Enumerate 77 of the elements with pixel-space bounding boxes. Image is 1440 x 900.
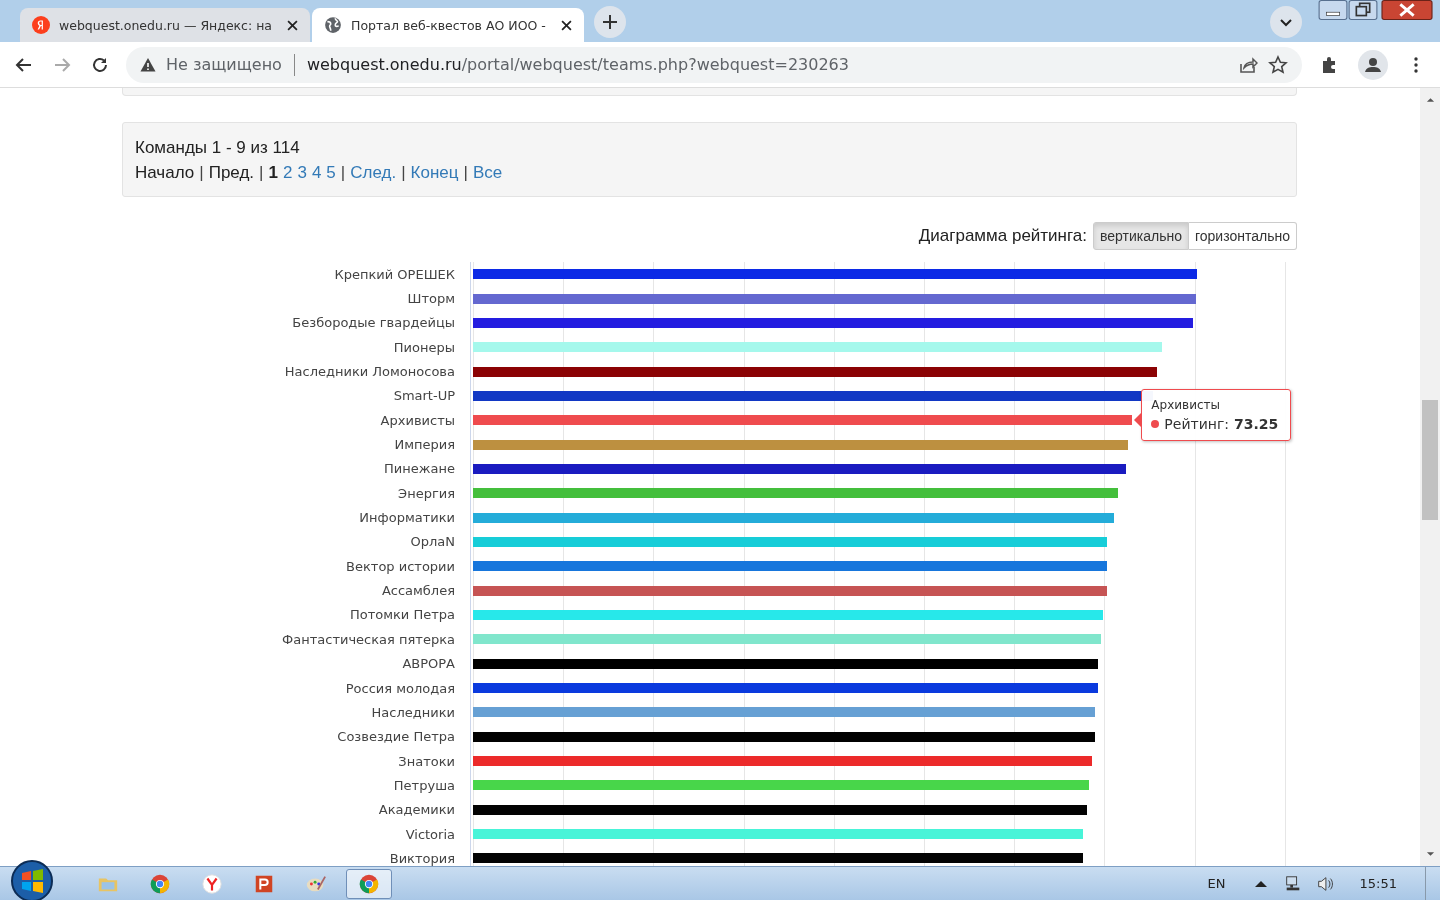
chevron-down-icon[interactable] (1270, 6, 1302, 38)
close-icon[interactable] (1378, 0, 1436, 20)
team-label: Наследники Ломоносова (283, 364, 456, 380)
separator-text: | (199, 162, 204, 184)
view-toggle-button[interactable]: горизонтально (1189, 222, 1297, 250)
scrollbar[interactable] (1420, 88, 1440, 866)
team-label: Фантастическая пятерка (281, 631, 456, 647)
chrome-icon (358, 872, 380, 895)
yandex-icon (32, 16, 50, 34)
chart-title: Диаграмма рейтинга: (918, 226, 1087, 246)
minimize-icon[interactable] (1318, 0, 1348, 20)
team-label: Энергия (397, 485, 456, 501)
separator-text: | (340, 162, 346, 184)
team-label: Ассамблея (380, 583, 456, 599)
team-label: Империя (393, 437, 456, 453)
scrollbar-thumb[interactable] (1422, 400, 1438, 520)
taskbar-app[interactable] (346, 868, 392, 899)
team-label: Петруша (392, 777, 456, 793)
tooltip-value: 73.25 (1234, 416, 1279, 433)
team-label: Наследники (370, 704, 456, 720)
close-icon[interactable] (287, 19, 298, 31)
team-label: Академики (377, 802, 456, 818)
team-label: АВРОРА (401, 656, 456, 672)
page-link[interactable]: 2 (282, 160, 293, 185)
team-label: Smart-UP (392, 388, 456, 404)
globe-icon (324, 16, 342, 34)
close-icon[interactable] (560, 19, 572, 31)
new-tab-icon[interactable] (593, 6, 626, 38)
team-label: Россия молодая (344, 680, 456, 696)
pagination-label: Пред. (208, 162, 255, 184)
tooltip-title: Архивисты (1151, 398, 1221, 413)
separator-text: | (259, 162, 264, 184)
team-label: Информатики (358, 510, 456, 526)
team-label: Виктория (388, 850, 456, 866)
team-label: Пинежане (383, 461, 456, 477)
pagination-link[interactable]: Конец (410, 160, 459, 185)
team-label: Безбородые гвардейцы (291, 315, 456, 331)
volume-icon[interactable] (1315, 874, 1334, 893)
team-label: Крепкий ОРЕШЕК (333, 266, 456, 282)
browser-tab[interactable]: webquest.onedu.ru — Яндекс: на (20, 8, 310, 42)
view-toggle-button[interactable]: вертикально (1093, 222, 1189, 250)
series-dot-icon (1151, 420, 1160, 429)
network-icon[interactable] (1283, 874, 1302, 893)
team-count-text: Команды 1 - 9 из 114 (135, 137, 301, 159)
profile-icon[interactable] (1358, 49, 1388, 80)
team-label: Шторм (406, 291, 456, 306)
team-label: ОрлаN (409, 534, 456, 550)
yandex-browser-icon (201, 872, 223, 895)
team-label: Созвездие Петра (336, 729, 456, 745)
tooltip-label: Рейтинг: (1164, 416, 1229, 433)
team-label: Архивисты (379, 412, 456, 428)
address-bar[interactable]: Не защищено webquest.onedu.ru/portal/webquest/teams.php?webquest=230263 (126, 46, 1302, 83)
pagination-label: Начало (135, 162, 195, 184)
warning-icon (140, 56, 156, 73)
share-icon[interactable] (1238, 54, 1258, 75)
separator-text: | (401, 162, 406, 184)
team-label: Пионеры (392, 339, 456, 355)
star-icon[interactable] (1268, 54, 1288, 75)
team-label: Потомки Петра (348, 607, 456, 623)
chrome-icon (149, 872, 171, 895)
page-link[interactable]: 1 (268, 160, 278, 185)
clock-text[interactable]: 15:51 (1359, 876, 1397, 891)
team-label: Знатоки (397, 753, 456, 769)
scroll-up-icon[interactable] (1425, 96, 1435, 104)
page-link[interactable]: 3 (297, 160, 307, 185)
pagination-link[interactable]: Все (472, 160, 503, 185)
start-button[interactable] (10, 858, 54, 900)
language-indicator[interactable]: EN (1207, 876, 1226, 891)
page-link[interactable]: 5 (326, 160, 336, 185)
restore-icon[interactable] (1348, 0, 1378, 20)
separator-text: | (463, 162, 468, 184)
scroll-down-icon[interactable] (1425, 850, 1435, 858)
team-label: Вектор истории (345, 558, 456, 574)
pagination-link[interactable]: След. (350, 160, 397, 185)
team-label: Victoria (404, 826, 456, 842)
browser-tab[interactable]: Портал веб-квестов АО ИОО - (312, 8, 584, 42)
page-link[interactable]: 4 (311, 160, 322, 185)
